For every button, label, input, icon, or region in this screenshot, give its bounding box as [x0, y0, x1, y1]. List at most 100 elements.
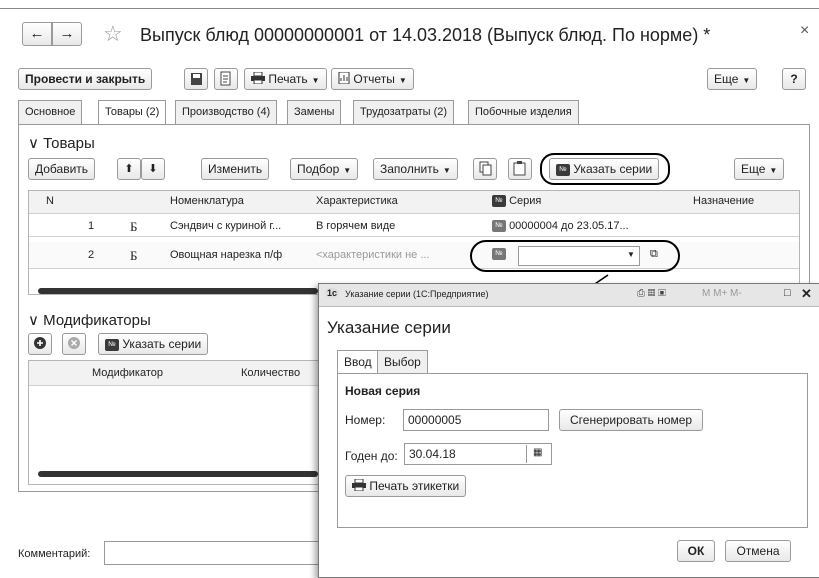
- copy-button[interactable]: [473, 158, 497, 180]
- move-down-button[interactable]: ⬇: [141, 158, 165, 180]
- move-up-button[interactable]: ⬆: [117, 158, 141, 180]
- reports-button[interactable]: Отчеты ▼: [331, 68, 414, 90]
- print-labels-label: Печать этикетки: [369, 479, 460, 493]
- generate-number-button[interactable]: Сгенерировать номер: [559, 409, 704, 431]
- calendar-icon[interactable]: ▦: [533, 447, 542, 458]
- tab-main[interactable]: Основное: [18, 100, 83, 124]
- number-input[interactable]: 00000005: [403, 409, 549, 431]
- chevron-down-icon: ▼: [742, 76, 751, 85]
- save-button[interactable]: [184, 68, 208, 90]
- modifiers-section-toggle[interactable]: ∨ Модификаторы: [28, 311, 151, 329]
- col-header-modifier: Модификатор: [92, 367, 164, 379]
- add-button[interactable]: Добавить: [28, 158, 96, 180]
- tab-replacements[interactable]: Замены: [287, 100, 342, 124]
- fill-button[interactable]: Заполнить ▼: [373, 158, 458, 180]
- tab-labor[interactable]: Трудозатраты (2): [353, 100, 455, 124]
- goods-table-header: [29, 191, 799, 214]
- paste-icon: [513, 161, 526, 176]
- help-button[interactable]: ?: [782, 68, 806, 90]
- ok-button[interactable]: ОК: [677, 540, 715, 562]
- copy-icon: [479, 161, 492, 176]
- dialog-tab-input[interactable]: Ввод: [337, 350, 379, 374]
- dialog-window-title: Указание серии (1С:Предприятие): [345, 289, 489, 299]
- forward-button[interactable]: →: [52, 22, 82, 46]
- remove-modifier-button[interactable]: [62, 333, 86, 355]
- col-header-characteristic: Характеристика: [316, 195, 398, 207]
- more-button[interactable]: Еще ▼: [707, 68, 758, 90]
- row1-nomenclature[interactable]: Сэндвич с куриной г...: [170, 220, 281, 232]
- change-button[interactable]: Изменить: [201, 158, 270, 180]
- remove-icon: [68, 337, 80, 349]
- chevron-down-icon: ▼: [343, 166, 352, 175]
- row1-characteristic[interactable]: В горячем виде: [316, 220, 395, 232]
- row2-characteristic[interactable]: <характеристики не ...: [316, 249, 430, 261]
- row1-series[interactable]: № 00000004 до 23.05.17...: [492, 220, 629, 233]
- post-and-close-button[interactable]: Провести и закрыть: [18, 68, 153, 90]
- tab-production[interactable]: Производство (4): [175, 100, 278, 124]
- goods-section-toggle[interactable]: ∨ Товары: [28, 134, 95, 152]
- row2-nomenclature[interactable]: Овощная нарезка п/ф: [170, 249, 282, 261]
- dialog-titlebar-icons[interactable]: ⎙ ▦ ▣: [637, 288, 666, 299]
- favorite-star-icon[interactable]: ☆: [103, 21, 123, 47]
- goods-more-button[interactable]: Еще ▼: [734, 158, 785, 180]
- col-header-purpose: Назначение: [693, 195, 755, 207]
- chevron-down-icon: ▼: [398, 76, 407, 85]
- comment-label: Комментарий:: [18, 548, 91, 560]
- tab-goods[interactable]: Товары (2): [98, 100, 167, 125]
- pick-button[interactable]: Подбор ▼: [290, 158, 359, 180]
- printer-icon: [352, 478, 366, 492]
- expiry-date-input[interactable]: 30.04.18: [404, 443, 552, 465]
- print-labels-button[interactable]: Печать этикетки: [345, 475, 467, 497]
- add-icon: [34, 337, 46, 349]
- col-header-quantity: Количество: [241, 367, 301, 379]
- window-close-icon[interactable]: ×: [800, 22, 809, 40]
- dialog-tab-select[interactable]: Выбор: [377, 350, 428, 373]
- post-doc-icon: [220, 71, 231, 86]
- reports-icon: [338, 71, 350, 85]
- chevron-down-icon: ▼: [311, 76, 320, 85]
- row2-type-icon: Б: [130, 248, 138, 263]
- highlight-oval-set-series: [540, 153, 670, 185]
- series-number-icon: №: [105, 338, 119, 351]
- row1-series-value: 00000004 до 23.05.17...: [509, 220, 629, 232]
- pick-label: Подбор: [297, 162, 340, 176]
- row1-type-icon: Б: [130, 219, 138, 234]
- more-label: Еще: [714, 72, 739, 86]
- back-button[interactable]: ←: [22, 22, 52, 46]
- comment-input[interactable]: [104, 541, 324, 565]
- col-header-series: № Серия: [492, 195, 541, 208]
- expiry-label: Годен до:: [345, 449, 398, 463]
- modifiers-horizontal-scrollbar[interactable]: [38, 471, 318, 477]
- row1-n[interactable]: 1: [88, 220, 94, 232]
- dialog-maximize-icon[interactable]: □: [784, 287, 791, 299]
- row-divider: [29, 268, 799, 269]
- series-number-icon: №: [492, 220, 506, 233]
- chevron-down-icon: ▼: [769, 166, 778, 175]
- goods-horizontal-scrollbar[interactable]: [38, 288, 318, 294]
- paste-button[interactable]: [508, 158, 532, 180]
- modifiers-set-series-label: Указать серии: [122, 337, 202, 351]
- number-label: Номер:: [345, 413, 386, 427]
- row2-n[interactable]: 2: [88, 249, 94, 261]
- print-button[interactable]: Печать ▼: [244, 68, 327, 90]
- dialog-titlebar: 1c Указание серии (1С:Предприятие) ⎙ ▦ ▣…: [319, 284, 819, 307]
- dialog-heading: Указание серии: [327, 318, 451, 337]
- window-title: Выпуск блюд 00000000001 от 14.03.2018 (В…: [140, 25, 711, 45]
- post-button[interactable]: [214, 68, 238, 90]
- modifiers-set-series-button[interactable]: № Указать серии: [98, 333, 209, 355]
- goods-section-title: Товары: [43, 135, 95, 152]
- print-label: Печать: [268, 72, 308, 86]
- highlight-oval-series-field: [470, 240, 680, 272]
- tab-byproducts[interactable]: Побочные изделия: [468, 100, 579, 124]
- app-logo-icon: 1c: [325, 288, 340, 298]
- row-divider: [29, 236, 799, 237]
- chevron-down-icon: ∨: [28, 312, 44, 329]
- chevron-down-icon: ∨: [28, 135, 44, 152]
- modifiers-section-title: Модификаторы: [43, 312, 151, 329]
- add-modifier-button[interactable]: [28, 333, 52, 355]
- col-header-nomenclature: Номенклатура: [170, 195, 244, 207]
- chevron-down-icon: ▼: [442, 166, 451, 175]
- dialog-close-icon[interactable]: ✕: [801, 286, 812, 302]
- dialog-memory-buttons[interactable]: M M+ M-: [702, 288, 742, 299]
- cancel-button[interactable]: Отмена: [725, 540, 791, 562]
